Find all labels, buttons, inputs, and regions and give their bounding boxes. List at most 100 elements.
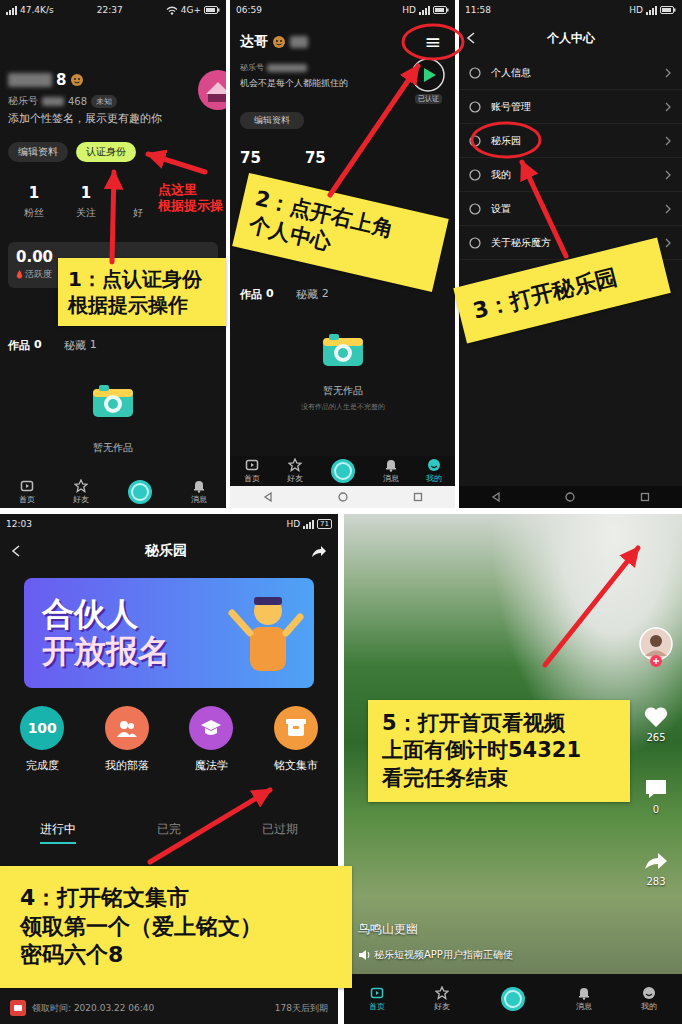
task-tabs: 进行中 已完 已过期 (0, 821, 338, 844)
action-count: 265 (646, 732, 665, 743)
video-action[interactable]: 283 (643, 849, 669, 887)
battery-icon (433, 6, 449, 14)
status-bar: 11:58HD (459, 0, 682, 20)
net-speed: 47.4K/s (20, 5, 54, 15)
edit-profile-button[interactable]: 编辑资料 (240, 112, 304, 129)
banner-line: 开放报名 (42, 633, 170, 670)
status-right: 4G+ (166, 5, 220, 15)
video-action[interactable]: 0 (643, 777, 669, 815)
feature-row: 100完成度我的部落 魔法学 铭文集市 (0, 706, 338, 773)
callout-line: 看完任务结束 (382, 765, 616, 792)
task-tab[interactable]: 进行中 (40, 821, 76, 844)
nav-label: 首页 (369, 1001, 385, 1012)
stat[interactable]: 1关注 (60, 184, 112, 220)
profile-button[interactable]: 编辑资料 (8, 142, 68, 162)
network-type: HD (629, 5, 643, 15)
nav-item[interactable]: 消息 (191, 479, 207, 505)
menu-row[interactable]: 账号管理 (459, 90, 682, 124)
nav-item[interactable]: 好友 (287, 458, 303, 484)
share-icon[interactable] (310, 544, 328, 559)
item-circle-icon (469, 169, 481, 181)
recent-square-icon[interactable] (640, 492, 650, 502)
feature-label: 魔法学 (195, 758, 228, 773)
menu-row[interactable]: 秘乐园 (459, 124, 682, 158)
content-tab[interactable]: 作品0 (240, 287, 274, 302)
content-tab[interactable]: 秘藏2 (296, 287, 329, 302)
tab-label: 秘藏 (64, 338, 86, 353)
drop-icon (16, 270, 23, 279)
action-count: 283 (646, 876, 665, 887)
create-button-icon[interactable] (127, 479, 153, 505)
bottom-nav: 首页 好友 消息我的 (344, 974, 682, 1024)
feature[interactable]: 魔法学 (189, 706, 233, 773)
stat-value[interactable]: 75 (240, 149, 261, 167)
feature[interactable]: 我的部落 (105, 706, 149, 773)
nav-item[interactable]: 首页 (19, 479, 35, 505)
task-tab[interactable]: 已完 (157, 821, 181, 844)
stat-value: 1 (29, 184, 39, 202)
id-row: 秘乐号 (240, 62, 348, 73)
recent-square-icon[interactable] (413, 492, 423, 502)
back-icon[interactable] (465, 31, 477, 45)
menu-row[interactable]: 个人信息 (459, 56, 682, 90)
create-button-icon[interactable] (500, 986, 526, 1012)
create-button-icon[interactable] (330, 458, 356, 484)
stat[interactable]: 好 (112, 184, 164, 220)
stat[interactable]: 1粉丝 (8, 184, 60, 220)
signature[interactable]: 添加个性签名，展示更有趣的你 (8, 112, 162, 126)
id-label: 秘乐号 (240, 62, 264, 73)
author-avatar[interactable] (639, 627, 673, 661)
battery-level: 71 (320, 520, 329, 528)
signature[interactable]: 机会不是每个人都能抓住的 (240, 77, 348, 90)
stat-value[interactable]: 75 (305, 149, 326, 167)
nav-item[interactable]: 我的 (641, 986, 657, 1012)
nav-item[interactable]: 好友 (73, 479, 89, 505)
home-circle-icon[interactable] (338, 492, 348, 502)
tab-label: 秘藏 (296, 287, 318, 302)
nav-item[interactable]: 首页 (369, 986, 385, 1012)
home-icon (245, 458, 259, 472)
banner-line: 合伙人 (42, 596, 170, 633)
video-action[interactable]: 265 (643, 705, 669, 743)
speaker-icon (358, 950, 370, 960)
status-right: HD71 (286, 519, 332, 529)
share-icon (643, 849, 669, 873)
menu-button[interactable]: ≡ (423, 32, 443, 52)
action-count: 0 (653, 804, 659, 815)
nav-item[interactable]: 首页 (244, 458, 260, 484)
nav-label: 我的 (641, 1001, 657, 1012)
nav-item[interactable]: 我的 (426, 458, 442, 484)
nav-item[interactable]: 好友 (434, 986, 450, 1012)
record-row[interactable]: 领取时间: 2020.03.22 06:40 178天后到期 (0, 1000, 338, 1024)
menu-row[interactable]: 我的 (459, 158, 682, 192)
status-right: HD (402, 5, 449, 15)
personal-info: 秘乐号机会不是每个人都能抓住的已认证 (230, 58, 455, 104)
feature[interactable]: 100完成度 (20, 706, 64, 773)
record-expiry: 178天后到期 (275, 1002, 328, 1015)
profile-button[interactable]: 认证身份 (76, 142, 136, 162)
back-triangle-icon[interactable] (263, 492, 273, 502)
record-time: 领取时间: 2020.03.22 06:40 (32, 1002, 154, 1015)
nav-item[interactable]: 消息 (383, 458, 399, 484)
chevron-icon (664, 238, 672, 248)
user-name: 达哥 (240, 33, 268, 51)
task-tab[interactable]: 已过期 (262, 821, 298, 844)
home-circle-icon[interactable] (565, 492, 575, 502)
back-triangle-icon[interactable] (491, 492, 501, 502)
content-tab[interactable]: 秘藏1 (64, 338, 97, 353)
signal-icon (419, 6, 430, 15)
avatar-icon[interactable] (198, 70, 226, 110)
activity-label: 活跃度 (25, 268, 52, 281)
signal-icon (646, 6, 657, 15)
feature[interactable]: 铭文集市 (274, 706, 318, 773)
back-icon[interactable] (10, 544, 22, 558)
feature-label: 我的部落 (105, 758, 149, 773)
content-tab[interactable]: 作品0 (8, 338, 42, 353)
empty-state: 暂无作品 (0, 383, 226, 455)
partner-banner[interactable]: 合伙人开放报名 (24, 578, 314, 688)
follow-plus-icon[interactable] (650, 655, 662, 667)
step-5-callout: 5：打开首页看视频上面有倒计时54321看完任务结束 (368, 700, 630, 802)
nav-item[interactable]: 消息 (576, 986, 592, 1012)
menu-row[interactable]: 设置 (459, 192, 682, 226)
nav-label: 首页 (244, 473, 260, 484)
